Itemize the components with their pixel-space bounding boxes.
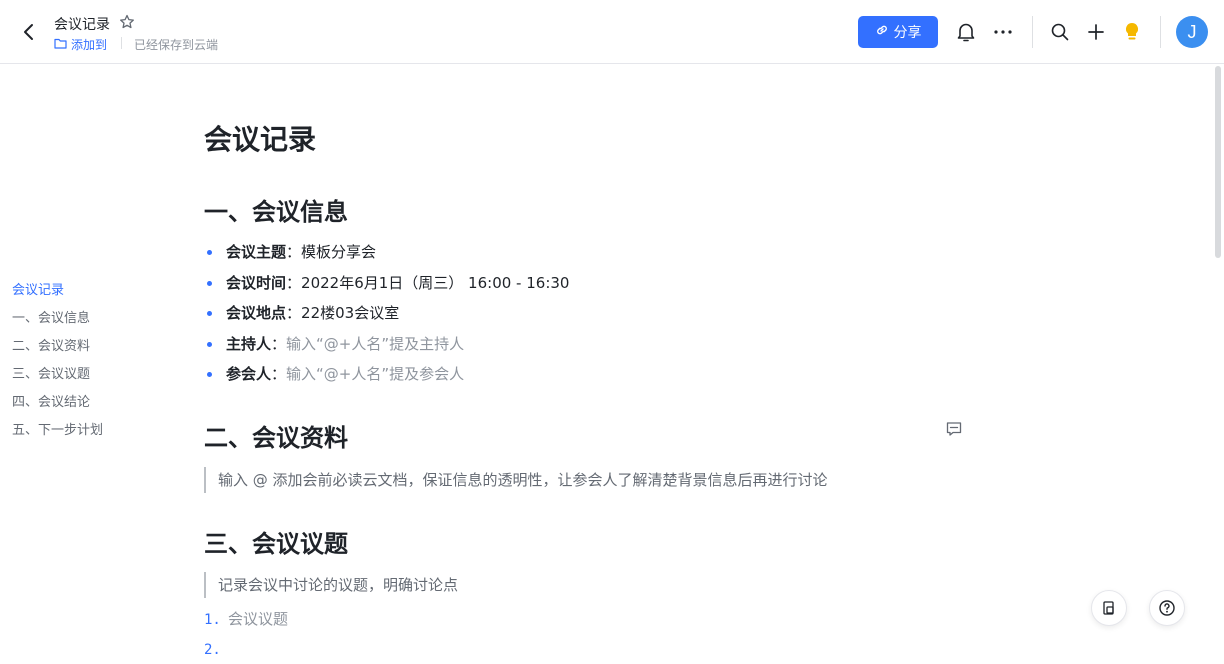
section-heading[interactable]: 一、会议信息 <box>204 192 348 227</box>
quote-block[interactable]: 记录会议中讨论的议题，明确讨论点 <box>204 572 458 598</box>
mention-placeholder[interactable]: 输入“@+人名”提及主持人 <box>286 335 464 353</box>
quote-block[interactable]: 输入 @ 添加会前必读云文档，保证信息的透明性，让参会人了解清楚背景信息后再进行… <box>204 467 828 493</box>
toc-item-section-2[interactable]: 二、会议资料 <box>12 336 103 364</box>
bell-icon[interactable] <box>954 20 978 44</box>
folder-icon <box>54 38 67 52</box>
star-icon[interactable] <box>118 13 136 31</box>
help-icon[interactable] <box>1149 590 1185 626</box>
item-value: 模板分享会 <box>301 243 377 261</box>
toc-item-section-1[interactable]: 一、会议信息 <box>12 308 103 336</box>
divider <box>121 37 122 49</box>
more-icon[interactable] <box>991 20 1015 44</box>
list-item[interactable]: 主持人：输入“@+人名”提及主持人 <box>204 332 569 363</box>
save-status: 已经保存到云端 <box>134 38 219 52</box>
bullet-dot <box>207 250 212 255</box>
list-number: 2. <box>204 642 221 658</box>
item-value: 22楼03会议室 <box>301 304 400 322</box>
comment-icon[interactable] <box>945 420 963 438</box>
add-to-button[interactable]: 添加到 <box>54 36 107 53</box>
section-heading[interactable]: 二、会议资料 <box>204 418 348 453</box>
item-label: 会议主题 <box>226 243 287 261</box>
plus-icon[interactable] <box>1084 20 1108 44</box>
toc-item-section-3[interactable]: 三、会议议题 <box>12 364 103 392</box>
divider <box>1160 16 1161 48</box>
list-item[interactable]: 会议地点：22楼03会议室 <box>204 301 569 332</box>
meeting-info-list: 会议主题：模板分享会 会议时间：2022年6月1日（周三） 16:00 - 16… <box>204 240 569 393</box>
share-button[interactable]: 分享 <box>858 16 938 48</box>
mention-placeholder[interactable]: 输入“@+人名”提及参会人 <box>286 365 464 383</box>
item-label: 参会人 <box>226 365 272 383</box>
top-bar: 会议记录 添加到 已经保存到云端 分享 J <box>0 0 1224 64</box>
list-item[interactable]: 会议主题：模板分享会 <box>204 240 569 271</box>
add-to-label: 添加到 <box>71 38 108 52</box>
list-item[interactable]: 参会人：输入“@+人名”提及参会人 <box>204 362 569 393</box>
item-value: 2022年6月1日（周三） 16:00 - 16:30 <box>301 273 570 292</box>
item-label: 主持人 <box>226 334 272 353</box>
list-item[interactable]: 1. 会议议题 <box>204 608 288 629</box>
toc-item-section-4[interactable]: 四、会议结论 <box>12 392 103 420</box>
lightbulb-icon[interactable] <box>1120 20 1144 44</box>
back-arrow-icon[interactable] <box>18 20 40 44</box>
toc-item-doc-title[interactable]: 会议记录 <box>12 280 103 308</box>
share-label: 分享 <box>893 25 922 41</box>
bullet-dot <box>207 280 212 286</box>
list-number: 1. <box>204 612 221 628</box>
doc-history-icon[interactable] <box>1091 590 1127 626</box>
table-of-contents: 会议记录 一、会议信息 二、会议资料 三、会议议题 四、会议结论 五、下一步计划 <box>12 280 103 448</box>
list-item[interactable]: 2. <box>204 640 228 658</box>
bullet-dot <box>207 341 212 347</box>
list-item-text: 会议议题 <box>228 610 289 628</box>
search-icon[interactable] <box>1048 20 1072 44</box>
bullet-dot <box>207 372 212 377</box>
divider <box>1032 16 1033 48</box>
section-heading[interactable]: 三、会议议题 <box>204 524 348 559</box>
doc-title[interactable]: 会议记录 <box>54 14 110 34</box>
item-label: 会议时间 <box>226 273 287 292</box>
item-label: 会议地点 <box>226 304 287 322</box>
avatar[interactable]: J <box>1176 16 1208 48</box>
doc-heading[interactable]: 会议记录 <box>204 118 316 158</box>
toc-item-section-5[interactable]: 五、下一步计划 <box>12 420 103 448</box>
scrollbar[interactable] <box>1215 66 1221 258</box>
bullet-dot <box>207 311 212 316</box>
link-icon <box>875 23 889 41</box>
list-item[interactable]: 会议时间：2022年6月1日（周三） 16:00 - 16:30 <box>204 271 569 302</box>
